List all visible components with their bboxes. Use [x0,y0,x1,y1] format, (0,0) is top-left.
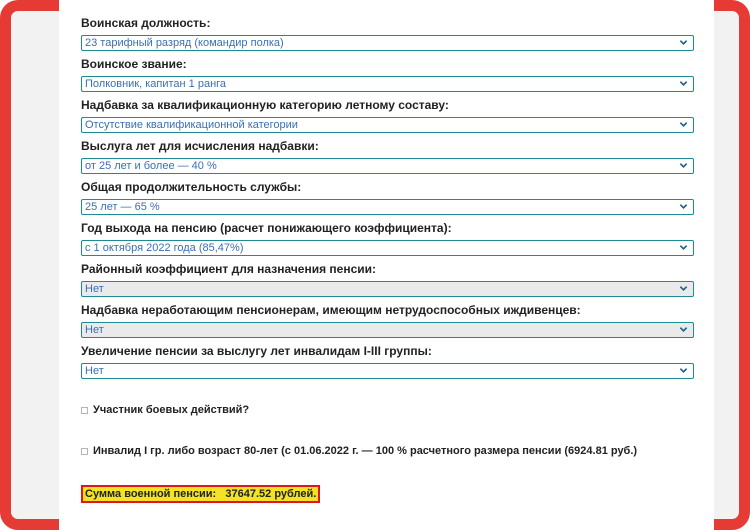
chevron-down-icon [679,286,688,291]
disabled-80-option[interactable]: Инвалид I гр. либо возраст 80-лет (с 01.… [81,445,637,457]
chevron-down-icon [679,245,688,250]
service-bonus-label: Выслуга лет для исчисления надбавки: [81,139,319,153]
pension-total-amount: 37647.52 рублей. [225,488,317,500]
total-service-label: Общая продолжительность службы: [81,180,302,194]
dependents-value: Нет [85,324,104,336]
pension-total-label: Сумма военной пенсии: [85,488,217,500]
total-service-value: 25 лет — 65 % [85,201,160,213]
retirement-year-select[interactable]: с 1 октября 2022 года (85,47%) [81,240,694,256]
chevron-down-icon [679,368,688,373]
disability-label: Увеличение пенсии за выслугу лет инвалид… [81,344,432,358]
rank-select[interactable]: Полковник, капитан 1 ранга [81,76,694,92]
regional-coef-label: Районный коэффициент для назначения пенс… [81,262,377,276]
regional-coef-select[interactable]: Нет [81,281,694,297]
dependents-label: Надбавка неработающим пенсионерам, имеющ… [81,303,581,317]
disability-value: Нет [85,365,104,377]
combat-veteran-option[interactable]: Участник боевых действий? [81,404,249,416]
position-select[interactable]: 23 тарифный разряд (командир полка) [81,35,694,51]
total-service-select[interactable]: 25 лет — 65 % [81,199,694,215]
chevron-down-icon [679,327,688,332]
retirement-year-label: Год выхода на пенсию (расчет понижающего… [81,221,452,235]
chevron-down-icon [679,163,688,168]
qualification-select[interactable]: Отсутствие квалификационной категории [81,117,694,133]
pension-total: Сумма военной пенсии: 37647.52 рублей. [81,485,321,503]
checkbox-icon[interactable] [81,406,88,414]
regional-coef-value: Нет [85,283,104,295]
chevron-down-icon [679,122,688,127]
disabled-80-label: Инвалид I гр. либо возраст 80-лет (с 01.… [93,445,638,457]
chevron-down-icon [679,204,688,209]
service-bonus-value: от 25 лет и более — 40 % [85,160,217,172]
chevron-down-icon [679,81,688,86]
chevron-down-icon [679,40,688,45]
qualification-label: Надбавка за квалификационную категорию л… [81,98,449,112]
disability-select[interactable]: Нет [81,363,694,379]
dependents-select[interactable]: Нет [81,322,694,338]
rank-label: Воинское звание: [81,57,187,71]
qualification-value: Отсутствие квалификационной категории [85,119,298,131]
combat-veteran-label: Участник боевых действий? [93,404,250,416]
checkbox-icon[interactable] [81,447,88,455]
service-bonus-select[interactable]: от 25 лет и более — 40 % [81,158,694,174]
position-value: 23 тарифный разряд (командир полка) [85,37,284,49]
position-label: Воинская должность: [81,16,211,30]
retirement-year-value: с 1 октября 2022 года (85,47%) [85,242,244,254]
rank-value: Полковник, капитан 1 ранга [85,78,227,90]
